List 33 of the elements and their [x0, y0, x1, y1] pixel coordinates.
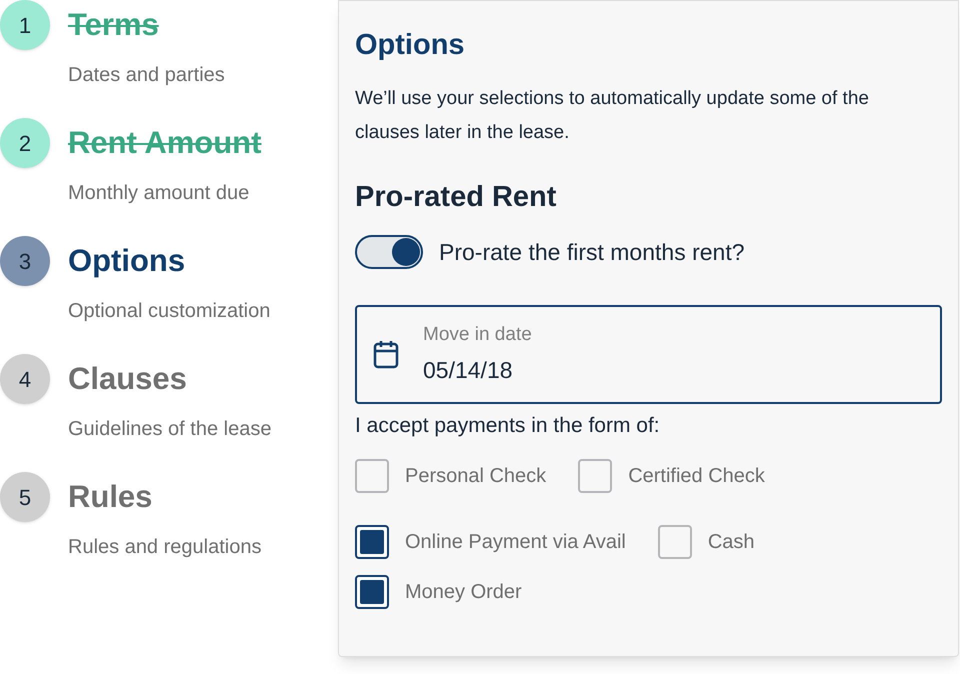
- toggle-switch[interactable]: [355, 235, 423, 270]
- checkbox[interactable]: [355, 575, 389, 609]
- checkbox[interactable]: [355, 525, 389, 559]
- step-number[interactable]: 5: [0, 472, 50, 522]
- section-title: Pro-rated Rent: [355, 180, 558, 214]
- step-title[interactable]: Clauses: [68, 356, 187, 402]
- checkbox[interactable]: [658, 525, 692, 559]
- step-number[interactable]: 4: [0, 354, 50, 404]
- description: We’ll use your selections to automatically update some of the clauses later in the lease.: [355, 86, 870, 144]
- calendar-icon: [373, 339, 399, 369]
- step-title[interactable]: Rules: [68, 474, 152, 520]
- step-number[interactable]: 2: [0, 118, 50, 168]
- step-subtitle: Dates and parties: [68, 63, 226, 88]
- step-subtitle: Monthly amount due: [68, 181, 250, 206]
- step-subtitle: Rules and regulations: [68, 535, 262, 560]
- step-title[interactable]: Options: [68, 238, 186, 284]
- toggle-label: Pro-rate the first months rent?: [439, 238, 745, 267]
- step-subtitle: Optional customization: [68, 299, 272, 324]
- checkbox-label: Online Payment via Avail: [405, 530, 626, 555]
- checkbox-label: Certified Check: [628, 464, 765, 489]
- field-value: 05/14/18: [423, 356, 514, 385]
- panel-title: Options: [355, 28, 466, 63]
- checkbox-label: Cash: [708, 530, 755, 555]
- step-number[interactable]: 3: [0, 236, 50, 286]
- step-subtitle: Guidelines of the lease: [68, 417, 272, 442]
- date-field[interactable]: Move in date 05/14/18: [355, 304, 942, 404]
- field-label: Move in date: [423, 322, 532, 346]
- checkbox[interactable]: [578, 459, 612, 493]
- checkbox[interactable]: [355, 459, 389, 493]
- step-number[interactable]: 1: [0, 0, 50, 50]
- payments-label: I accept payments in the form of:: [355, 412, 661, 438]
- checkbox-label: Personal Check: [405, 464, 546, 489]
- checkbox-label: Money Order: [405, 580, 522, 605]
